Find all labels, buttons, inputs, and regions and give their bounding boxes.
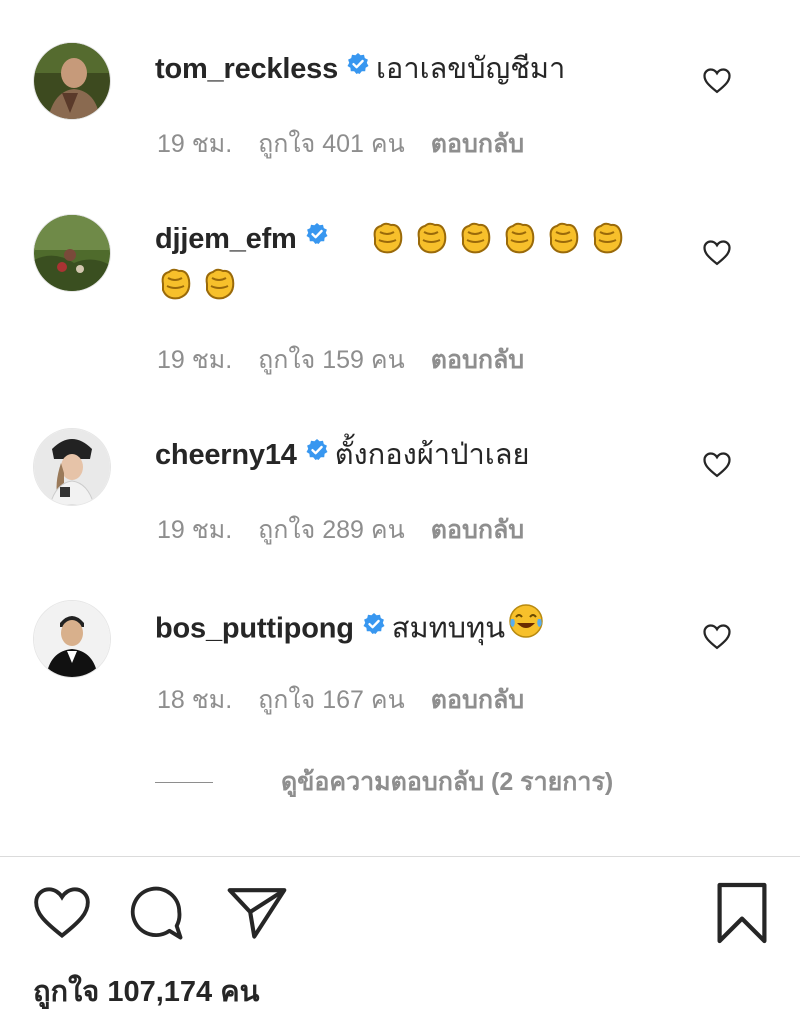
comment-likes[interactable]: ถูกใจ 289 คน [258, 516, 405, 544]
paper-plane-icon[interactable] [224, 882, 290, 947]
comment-meta: 19 ชม. ถูกใจ 401 คน ตอบกลับ [157, 124, 550, 164]
clapping-hands-icon [505, 222, 535, 254]
clapping-hands-icon [461, 222, 491, 254]
clapping-hands-icon [161, 268, 191, 300]
reply-button[interactable]: ตอบกลับ [431, 130, 524, 158]
avatar[interactable] [33, 42, 111, 120]
comment-time[interactable]: 19 ชม. [157, 346, 232, 374]
comment-meta: 18 ชม. ถูกใจ 167 คน ตอบกลับ [157, 680, 550, 720]
verified-badge-icon [305, 435, 329, 481]
bookmark-icon[interactable] [714, 882, 770, 949]
view-replies-label: ดูข้อความตอบกลับ (2 รายการ) [281, 768, 614, 796]
comment-time[interactable]: 19 ชม. [157, 130, 232, 158]
comment-text: สมทบทุน [391, 612, 506, 645]
avatar[interactable] [33, 214, 111, 292]
comment-likes[interactable]: ถูกใจ 401 คน [258, 130, 405, 158]
comment-bubble-icon[interactable] [124, 882, 188, 949]
comment-like-heart-icon[interactable] [702, 450, 732, 483]
avatar[interactable] [33, 600, 111, 678]
avatar[interactable] [33, 428, 111, 506]
comment-time[interactable]: 18 ชม. [157, 686, 232, 714]
comment-time[interactable]: 19 ชม. [157, 516, 232, 544]
comment-like-heart-icon[interactable] [702, 622, 732, 655]
comment-username[interactable]: cheerny14 [155, 439, 297, 471]
comment-text: เอาเลขบัญชีมา [376, 53, 566, 85]
post-likes-count[interactable]: ถูกใจ 107,174 คน [33, 968, 259, 1014]
comment-text: ตั้งกองผ้าป่าเลย [334, 439, 530, 471]
reply-button[interactable]: ตอบกลับ [431, 346, 524, 374]
comment-likes[interactable]: ถูกใจ 167 คน [258, 686, 405, 714]
clapping-hands-icon [417, 222, 447, 254]
tears-of-joy-icon [507, 602, 545, 659]
comment-like-heart-icon[interactable] [702, 66, 732, 99]
reply-button[interactable]: ตอบกลับ [431, 686, 524, 714]
reply-button[interactable]: ตอบกลับ [431, 516, 524, 544]
comment-like-heart-icon[interactable] [702, 238, 732, 271]
comment-username[interactable]: djjem_efm [155, 223, 297, 255]
section-divider [0, 856, 800, 857]
clapping-hands-icon [373, 222, 403, 254]
clapping-hands-icon [593, 222, 623, 254]
comment-meta: 19 ชม. ถูกใจ 289 คน ตอบกลับ [157, 510, 550, 550]
like-heart-icon[interactable] [31, 882, 93, 945]
comment-emoji-row [155, 264, 239, 304]
comment-username[interactable]: tom_reckless [155, 53, 338, 85]
verified-badge-icon [346, 49, 370, 95]
comment-meta: 19 ชม. ถูกใจ 159 คน ตอบกลับ [157, 340, 550, 380]
verified-badge-icon [362, 609, 386, 655]
verified-badge-icon [305, 219, 329, 265]
clapping-hands-icon [549, 222, 579, 254]
comment-username[interactable]: bos_puttipong [155, 613, 354, 645]
divider-dash [155, 781, 213, 783]
view-replies-button[interactable]: ดูข้อความตอบกลับ (2 รายการ) [155, 762, 613, 802]
comment-emoji-row [367, 218, 627, 258]
comment-likes[interactable]: ถูกใจ 159 คน [258, 346, 405, 374]
clapping-hands-icon [205, 268, 235, 300]
